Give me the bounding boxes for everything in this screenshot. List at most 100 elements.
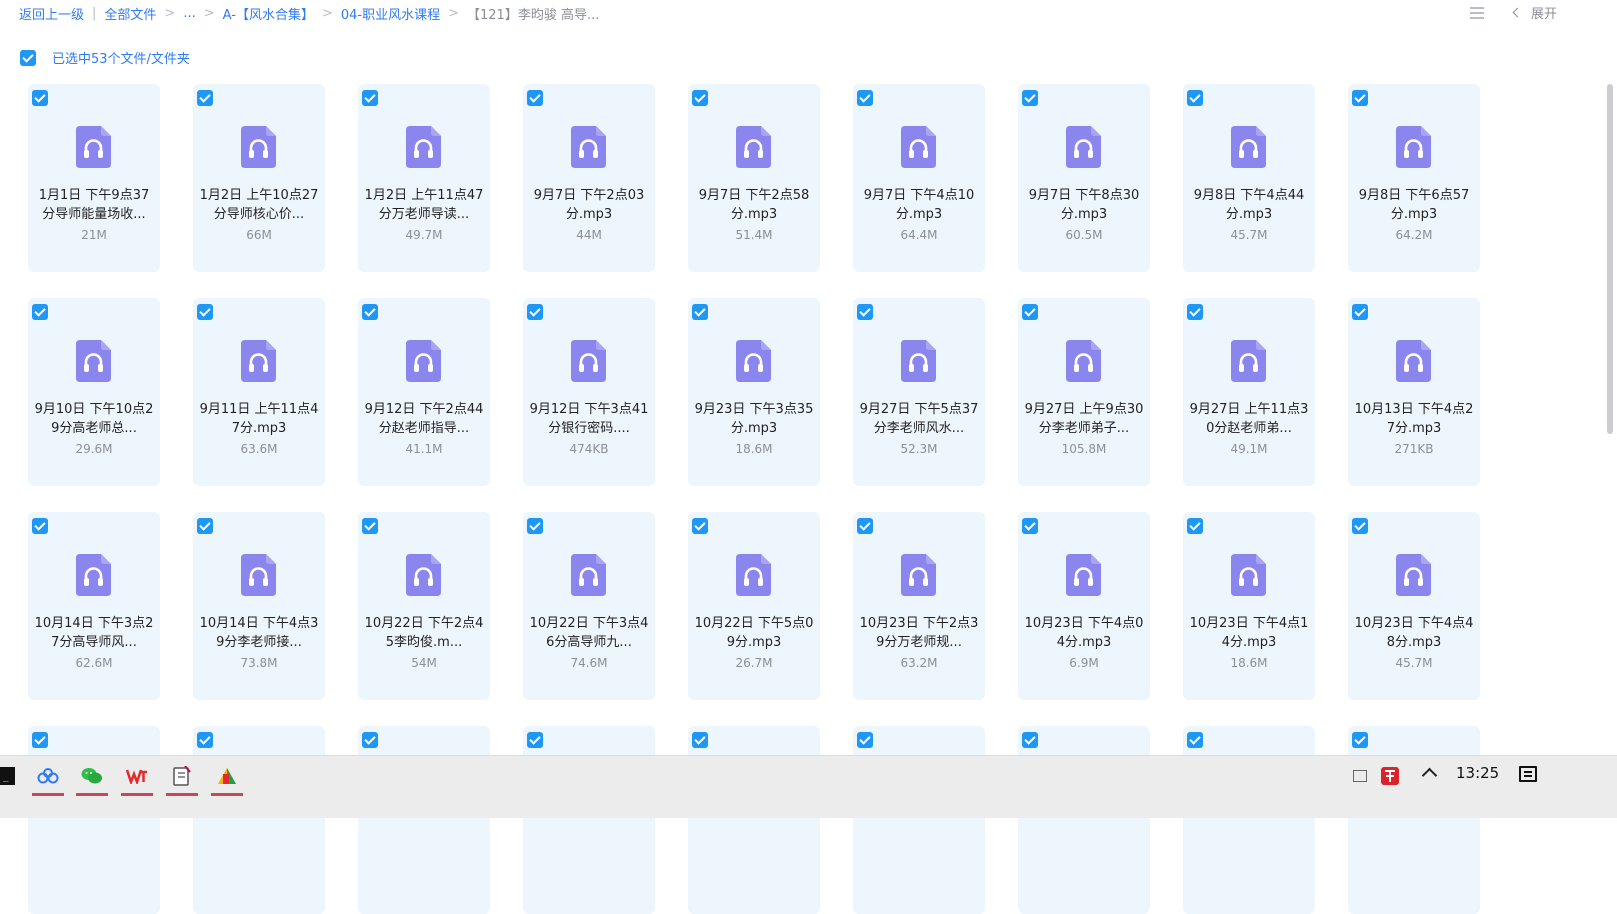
list-view-icon[interactable]	[1469, 6, 1484, 19]
file-checkbox[interactable]	[32, 304, 48, 320]
file-checkbox[interactable]	[32, 90, 48, 106]
file-card[interactable]: 1月2日 上午11点47分万老师导读... 49.7M	[358, 84, 490, 272]
file-checkbox[interactable]	[692, 304, 708, 320]
select-all-checkbox[interactable]	[20, 49, 36, 66]
terminal-icon[interactable]: _	[0, 762, 18, 790]
file-name: 9月7日 下午2点58分.mp3	[698, 188, 810, 222]
file-checkbox[interactable]	[1352, 90, 1368, 106]
file-card[interactable]: 9月11日 上午11点47分.mp3 63.6M	[193, 298, 325, 486]
file-checkbox[interactable]	[692, 90, 708, 106]
file-card[interactable]: 10月13日 下午4点27分.mp3 271KB	[1348, 298, 1480, 486]
file-card[interactable]: 10月22日 下午3点46分高导师九... 74.6M	[523, 512, 655, 700]
file-checkbox[interactable]	[362, 518, 378, 534]
paint-icon[interactable]	[211, 762, 243, 796]
file-card[interactable]: 9月23日 下午3点35分.mp3 18.6M	[688, 298, 820, 486]
file-checkbox[interactable]	[197, 304, 213, 320]
file-card[interactable]: 9月8日 下午6点57分.mp3 64.2M	[1348, 84, 1480, 272]
file-size: 62.6M	[75, 656, 113, 670]
file-checkbox[interactable]	[692, 518, 708, 534]
file-card[interactable]: 9月10日 下午10点29分高老师总... 29.6M	[28, 298, 160, 486]
file-card[interactable]: 1月1日 下午9点37分导师能量场收... 21M	[28, 84, 160, 272]
file-checkbox[interactable]	[1022, 90, 1038, 106]
file-checkbox[interactable]	[692, 732, 708, 748]
file-card[interactable]: 9月7日 下午8点30分.mp3 60.5M	[1018, 84, 1150, 272]
file-card[interactable]: 1月2日 上午10点27分导师核心价... 66M	[193, 84, 325, 272]
file-checkbox[interactable]	[362, 90, 378, 106]
file-checkbox[interactable]	[197, 518, 213, 534]
file-checkbox[interactable]	[527, 304, 543, 320]
taskbar-clock[interactable]: 13:25	[1456, 764, 1499, 782]
file-checkbox[interactable]	[1352, 518, 1368, 534]
file-checkbox[interactable]	[1022, 732, 1038, 748]
notes-icon[interactable]	[166, 762, 198, 796]
wechat-icon[interactable]	[76, 762, 108, 796]
file-checkbox[interactable]	[362, 304, 378, 320]
input-method-icon[interactable]	[1352, 762, 1368, 790]
breadcrumb-separator: >	[164, 6, 176, 21]
file-checkbox[interactable]	[197, 732, 213, 748]
breadcrumb-back-link[interactable]: 返回上一级	[19, 4, 84, 23]
file-size: 66M	[246, 228, 272, 242]
file-name: 9月27日 上午9点30分李老师弟子...	[1024, 402, 1144, 436]
view-controls: 展开	[1469, 3, 1557, 22]
file-checkbox[interactable]	[857, 90, 873, 106]
file-card[interactable]: 10月22日 下午5点09分.mp3 26.7M	[688, 512, 820, 700]
breadcrumb-separator: >	[203, 6, 215, 21]
breadcrumb-all-files-link[interactable]: 全部文件	[104, 4, 156, 23]
file-card[interactable]: 10月23日 下午2点39分万老师规... 63.2M	[853, 512, 985, 700]
audio-file-icon	[76, 340, 111, 382]
file-name: 1月1日 下午9点37分导师能量场收...	[38, 188, 150, 222]
file-card[interactable]: 10月22日 下午2点45李昀俊.m... 54M	[358, 512, 490, 700]
file-card[interactable]: 9月7日 下午4点10分.mp3 64.4M	[853, 84, 985, 272]
file-card[interactable]: 9月27日 上午9点30分李老师弟子... 105.8M	[1018, 298, 1150, 486]
file-name: 9月12日 下午3点41分银行密码....	[529, 402, 649, 436]
baidu-netdisk-icon[interactable]	[32, 762, 64, 796]
file-checkbox[interactable]	[1187, 90, 1203, 106]
file-card[interactable]: 9月7日 下午2点58分.mp3 51.4M	[688, 84, 820, 272]
file-card[interactable]: 10月23日 下午4点48分.mp3 45.7M	[1348, 512, 1480, 700]
file-size: 41.1M	[405, 442, 443, 456]
file-checkbox[interactable]	[1352, 304, 1368, 320]
audio-file-icon	[406, 126, 441, 168]
file-checkbox[interactable]	[1022, 304, 1038, 320]
file-card[interactable]: 10月23日 下午4点04分.mp3 6.9M	[1018, 512, 1150, 700]
chevron-up-icon[interactable]	[1421, 767, 1438, 784]
file-checkbox[interactable]	[1187, 304, 1203, 320]
file-checkbox[interactable]	[857, 732, 873, 748]
file-checkbox[interactable]	[32, 518, 48, 534]
file-card[interactable]: 9月12日 下午3点41分银行密码.... 474KB	[523, 298, 655, 486]
file-checkbox[interactable]	[857, 304, 873, 320]
antivirus-tray-icon[interactable]	[1374, 762, 1406, 790]
file-checkbox[interactable]	[1022, 518, 1038, 534]
breadcrumb-ellipsis-link[interactable]: ...	[183, 6, 195, 21]
file-checkbox[interactable]	[527, 518, 543, 534]
file-card[interactable]: 9月7日 下午2点03分.mp3 44M	[523, 84, 655, 272]
scrollbar-thumb[interactable]	[1607, 84, 1613, 434]
file-checkbox[interactable]	[1187, 518, 1203, 534]
expand-button[interactable]: 展开	[1512, 3, 1557, 22]
file-checkbox[interactable]	[32, 732, 48, 748]
notification-icon[interactable]	[1519, 766, 1537, 782]
file-card[interactable]: 9月27日 上午11点30分赵老师弟... 49.1M	[1183, 298, 1315, 486]
file-card[interactable]: 10月23日 下午4点14分.mp3 18.6M	[1183, 512, 1315, 700]
file-card[interactable]: 10月14日 下午4点39分李老师接... 73.8M	[193, 512, 325, 700]
file-card[interactable]: 9月27日 下午5点37分李老师风水... 52.3M	[853, 298, 985, 486]
file-card[interactable]: 10月14日 下午3点27分高导师风... 62.6M	[28, 512, 160, 700]
wps-icon[interactable]	[121, 762, 153, 796]
file-card[interactable]: 9月12日 下午2点44分赵老师指导... 41.1M	[358, 298, 490, 486]
file-size: 271KB	[1394, 442, 1434, 456]
file-checkbox[interactable]	[197, 90, 213, 106]
file-card[interactable]: 9月8日 下午4点44分.mp3 45.7M	[1183, 84, 1315, 272]
file-checkbox[interactable]	[857, 518, 873, 534]
file-checkbox[interactable]	[1187, 732, 1203, 748]
file-size: 49.7M	[405, 228, 443, 242]
file-name: 9月7日 下午4点10分.mp3	[863, 188, 975, 222]
file-checkbox[interactable]	[1352, 732, 1368, 748]
file-checkbox[interactable]	[527, 732, 543, 748]
audio-file-icon	[1231, 340, 1266, 382]
breadcrumb-fengshui-link[interactable]: A-【风水合集】	[223, 4, 314, 23]
file-checkbox[interactable]	[527, 90, 543, 106]
file-checkbox[interactable]	[362, 732, 378, 748]
breadcrumb-course-link[interactable]: 04-职业风水课程	[341, 4, 440, 23]
audio-file-icon	[1066, 126, 1101, 168]
